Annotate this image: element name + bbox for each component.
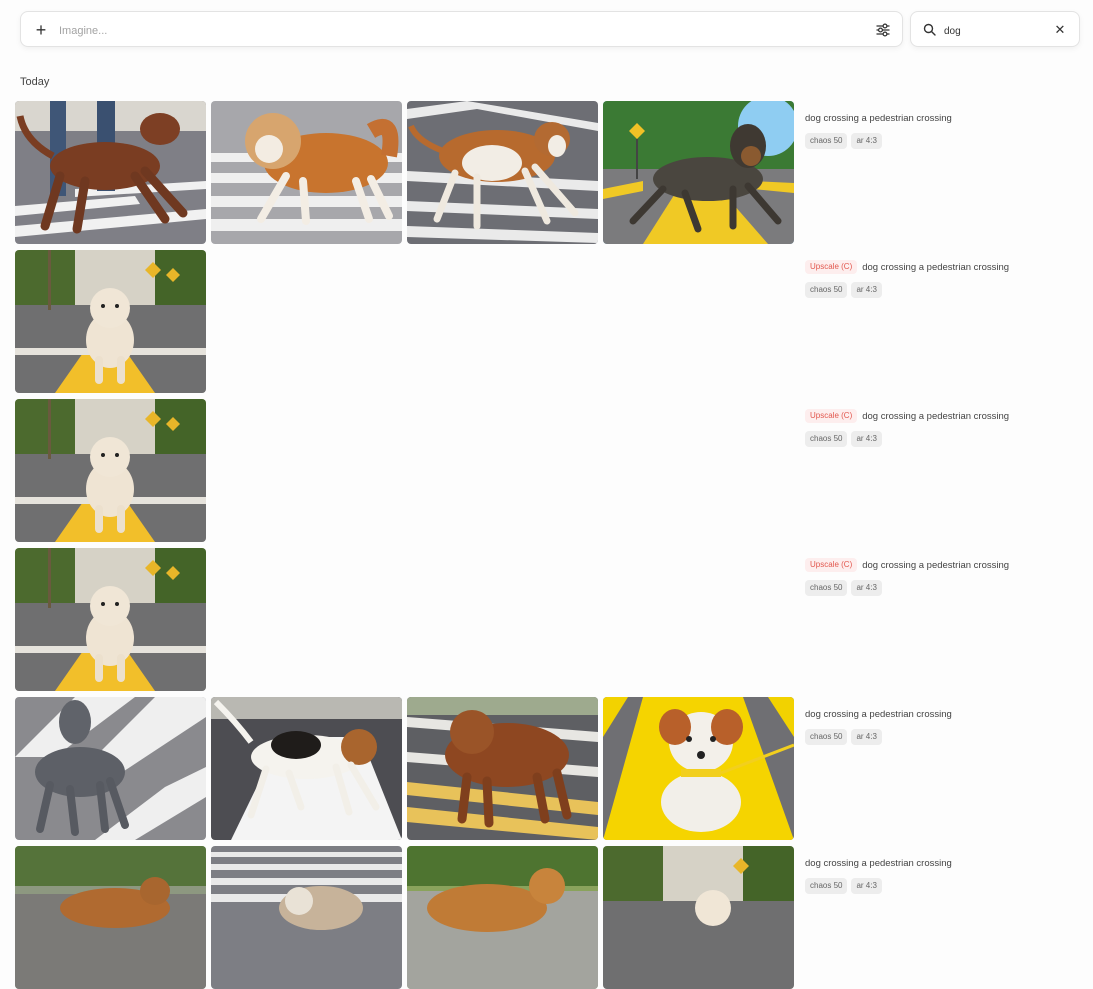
prompt-text[interactable]: dog crossing a pedestrian crossing [862, 262, 1009, 273]
plus-icon[interactable]: + [34, 20, 48, 40]
upscale-badge: Upscale (C) [805, 409, 858, 423]
job-row: Upscale (C) dog crossing a pedestrian cr… [15, 399, 1085, 542]
param-aspect-ratio[interactable]: ar 4:3 [851, 878, 882, 894]
prompt-text[interactable]: dog crossing a pedestrian crossing [862, 560, 1009, 571]
param-chaos[interactable]: chaos 50 [805, 580, 848, 596]
prompt-text[interactable]: dog crossing a pedestrian crossing [805, 709, 952, 720]
image-thumbnail[interactable] [407, 101, 598, 244]
prompt-input[interactable] [57, 20, 841, 42]
job-row: Upscale (C) dog crossing a pedestrian cr… [15, 548, 1085, 691]
image-thumbnail[interactable] [15, 846, 206, 989]
search-icon [923, 23, 936, 36]
upscale-badge: Upscale (C) [805, 260, 858, 274]
param-aspect-ratio[interactable]: ar 4:3 [851, 580, 882, 596]
image-thumbnail[interactable] [407, 846, 598, 989]
param-chaos[interactable]: chaos 50 [805, 431, 848, 447]
param-chaos[interactable]: chaos 50 [805, 133, 848, 149]
job-meta: dog crossing a pedestrian crossing chaos… [805, 111, 1085, 149]
image-thumbnail[interactable] [211, 101, 402, 244]
image-thumbnail[interactable] [15, 697, 206, 840]
prompt-text[interactable]: dog crossing a pedestrian crossing [862, 411, 1009, 422]
job-meta: Upscale (C) dog crossing a pedestrian cr… [805, 409, 1085, 447]
job-row: dog crossing a pedestrian crossing chaos… [15, 697, 1085, 840]
image-thumbnail[interactable] [603, 697, 794, 840]
param-chaos[interactable]: chaos 50 [805, 729, 848, 745]
job-row: dog crossing a pedestrian crossing chaos… [15, 846, 1085, 989]
section-label: Today [20, 76, 50, 88]
close-icon[interactable]: ✕ [1053, 21, 1067, 39]
image-thumbnail[interactable] [211, 846, 402, 989]
image-thumbnail[interactable] [15, 399, 206, 542]
job-meta: Upscale (C) dog crossing a pedestrian cr… [805, 260, 1085, 298]
image-thumbnail[interactable] [603, 846, 794, 989]
job-row: Upscale (C) dog crossing a pedestrian cr… [15, 250, 1085, 393]
search-input[interactable] [942, 20, 1051, 42]
image-thumbnail[interactable] [15, 250, 206, 393]
param-aspect-ratio[interactable]: ar 4:3 [851, 729, 882, 745]
image-thumbnail[interactable] [407, 697, 598, 840]
param-chaos[interactable]: chaos 50 [805, 282, 848, 298]
job-meta: Upscale (C) dog crossing a pedestrian cr… [805, 558, 1085, 596]
image-thumbnail[interactable] [15, 101, 206, 244]
sliders-icon[interactable] [875, 22, 891, 38]
prompt-text[interactable]: dog crossing a pedestrian crossing [805, 113, 952, 124]
image-thumbnail[interactable] [15, 548, 206, 691]
upscale-badge: Upscale (C) [805, 558, 858, 572]
image-thumbnail[interactable] [603, 101, 794, 244]
job-meta: dog crossing a pedestrian crossing chaos… [805, 707, 1085, 745]
image-thumbnail[interactable] [211, 697, 402, 840]
param-chaos[interactable]: chaos 50 [805, 878, 848, 894]
prompt-text[interactable]: dog crossing a pedestrian crossing [805, 858, 952, 869]
param-aspect-ratio[interactable]: ar 4:3 [851, 431, 882, 447]
param-aspect-ratio[interactable]: ar 4:3 [851, 133, 882, 149]
prompt-bar[interactable]: + [20, 11, 903, 47]
job-row: dog crossing a pedestrian crossing chaos… [15, 101, 1085, 244]
param-aspect-ratio[interactable]: ar 4:3 [851, 282, 882, 298]
search-bar[interactable]: ✕ [910, 11, 1080, 47]
job-meta: dog crossing a pedestrian crossing chaos… [805, 856, 1085, 894]
